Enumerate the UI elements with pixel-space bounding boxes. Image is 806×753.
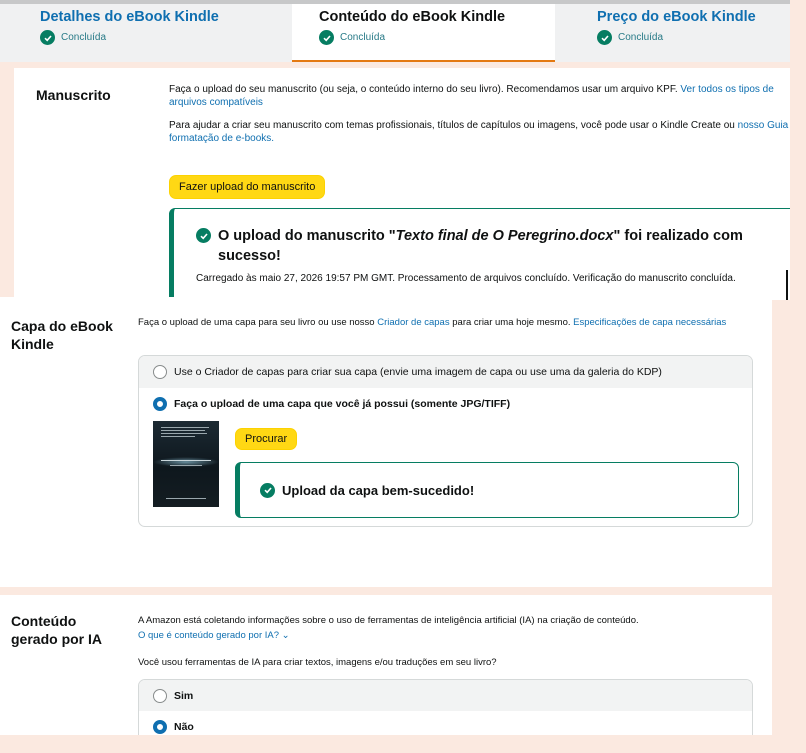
check-icon (40, 30, 55, 45)
cover-specs-link[interactable]: Especificações de capa necessárias (573, 317, 726, 328)
manuscript-processing-detail: Carregado às maio 27, 2026 19:57 PM GMT.… (196, 273, 736, 284)
cover-option-creator-label: Use o Criador de capas para criar sua ca… (174, 366, 662, 378)
tab-content-status-label: Concluída (340, 32, 386, 43)
check-icon (319, 30, 334, 45)
cover-section: Capa do eBook Kindle Faça o upload de um… (0, 297, 772, 587)
ai-option-no-label: Não (174, 720, 194, 733)
tab-pricing-status-label: Concluída (618, 32, 664, 43)
upload-manuscript-button[interactable]: Fazer upload do manuscrito (169, 175, 326, 199)
check-icon (196, 228, 211, 243)
ai-option-yes[interactable]: Sim (139, 680, 752, 711)
manuscript-success-alert: O upload do manuscrito "Texto final de O… (169, 208, 790, 300)
edge-marker (786, 270, 788, 300)
cover-intro-text: Faça o upload de uma capa para seu livro… (138, 317, 378, 328)
ai-option-yes-label: Sim (174, 689, 194, 702)
cover-success-message: Upload da capa bem-sucedido! (282, 482, 475, 498)
cover-options-box: Use o Criador de capas para criar sua ca… (138, 355, 753, 527)
check-icon (260, 482, 275, 498)
progress-tabs: Detalhes do eBook Kindle Concluída Conte… (0, 0, 790, 62)
tab-content-title[interactable]: Conteúdo do eBook Kindle (319, 9, 545, 25)
ai-content-intro-text: A Amazon está coletando informações sobr… (138, 615, 639, 626)
ai-options-box: Sim Não (138, 679, 753, 735)
browse-button[interactable]: Procurar (235, 428, 298, 450)
page-edge (790, 0, 806, 753)
tab-ebook-pricing[interactable]: Preço do eBook Kindle Concluída (587, 4, 787, 62)
manuscript-success-message: O upload do manuscrito "Texto final de O… (196, 226, 776, 266)
cover-heading: Capa do eBook Kindle (11, 318, 113, 352)
radio-unselected[interactable] (153, 688, 167, 703)
check-icon (597, 30, 612, 45)
manuscript-heading: Manuscrito (36, 87, 111, 103)
alert-prefix: O upload do manuscrito " (218, 228, 396, 244)
cover-thumbnail (153, 421, 219, 507)
cover-option-upload[interactable]: Faça o upload de uma capa que você já po… (139, 388, 752, 420)
cover-option-upload-label: Faça o upload de uma capa que você já po… (174, 398, 511, 410)
cover-creator-link[interactable]: Criador de capas (377, 317, 449, 328)
cover-success-alert: Upload da capa bem-sucedido! (235, 462, 739, 518)
manuscript-section: Manuscrito Faça o upload do seu manuscri… (14, 68, 790, 300)
manuscript-description: Faça o upload do seu manuscrito (ou seja… (169, 83, 790, 155)
ai-content-heading: Conteúdo gerado por IA (11, 613, 103, 647)
tab-ebook-details[interactable]: Detalhes do eBook Kindle Concluída (30, 4, 292, 62)
cover-option-creator[interactable]: Use o Criador de capas para criar sua ca… (139, 356, 752, 388)
tab-details-title[interactable]: Detalhes do eBook Kindle (40, 9, 282, 25)
radio-selected[interactable] (153, 397, 167, 411)
tab-content-status: Concluída (319, 30, 545, 45)
manuscript-paragraph-1: Faça o upload do seu manuscrito (ou seja… (169, 83, 790, 109)
cover-intro: Faça o upload de uma capa para seu livro… (138, 317, 738, 329)
manuscript-paragraph-2: Para ajudar a criar seu manuscrito com t… (169, 119, 790, 145)
ai-content-question: Você usou ferramentas de IA para criar t… (138, 657, 497, 668)
tab-pricing-status: Concluída (597, 30, 777, 45)
ai-content-section: Conteúdo gerado por IA A Amazon está col… (0, 595, 772, 735)
tab-pricing-title[interactable]: Preço do eBook Kindle (597, 9, 777, 25)
manuscript-p1-text: Faça o upload do seu manuscrito (ou seja… (169, 84, 681, 95)
tab-details-status-label: Concluída (61, 32, 107, 43)
ai-option-no[interactable]: Não (139, 711, 752, 735)
cover-intro-mid: para criar uma hoje mesmo. (449, 317, 574, 328)
radio-selected[interactable] (153, 719, 167, 734)
ai-content-intro: A Amazon está coletando informações sobr… (138, 613, 738, 643)
tab-ebook-content[interactable]: Conteúdo do eBook Kindle Concluída (292, 4, 555, 62)
manuscript-filename: Texto final de O Peregrino.docx (395, 228, 614, 244)
tab-details-status: Concluída (40, 30, 282, 45)
manuscript-p2-text: Para ajudar a criar seu manuscrito com t… (169, 120, 738, 131)
radio-unselected[interactable] (153, 365, 167, 379)
ai-content-info-link[interactable]: O que é conteúdo gerado por IA? ⌄ (138, 630, 290, 641)
